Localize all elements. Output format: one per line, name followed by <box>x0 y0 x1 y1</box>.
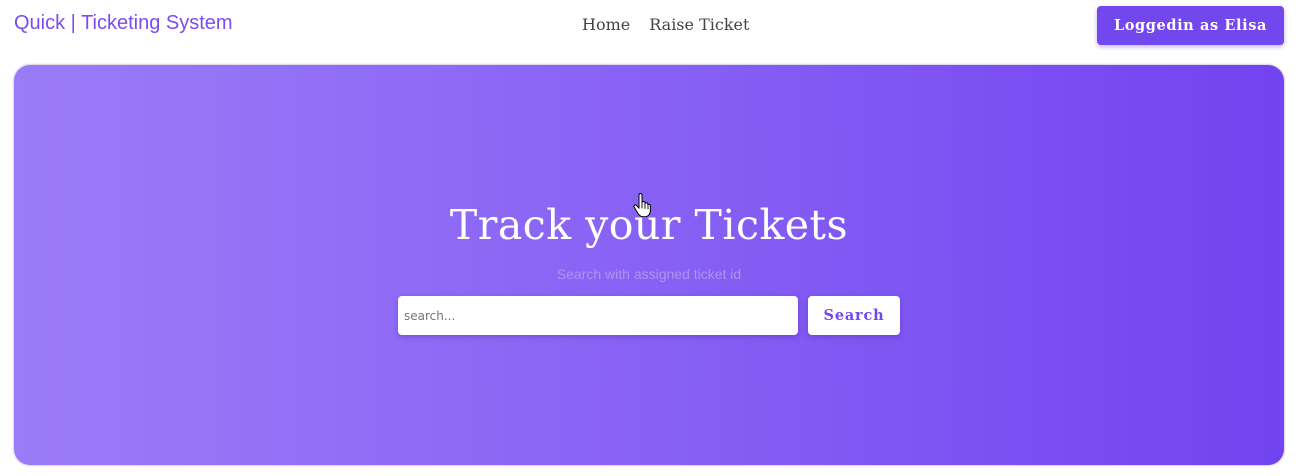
hero-banner: Track your Tickets Search with assigned … <box>14 65 1284 465</box>
search-button[interactable]: Search <box>808 296 900 335</box>
ticket-search-input[interactable] <box>398 296 798 335</box>
user-account-button[interactable]: Loggedin as Elisa <box>1097 6 1284 45</box>
hero-subtitle: Search with assigned ticket id <box>556 266 742 282</box>
main-nav: Home Raise Ticket <box>582 14 749 36</box>
hero-title: Track your Tickets <box>449 201 849 249</box>
nav-link-home[interactable]: Home <box>582 14 630 36</box>
nav-link-raise-ticket[interactable]: Raise Ticket <box>649 14 749 36</box>
brand-logo[interactable]: Quick | Ticketing System <box>14 11 233 35</box>
